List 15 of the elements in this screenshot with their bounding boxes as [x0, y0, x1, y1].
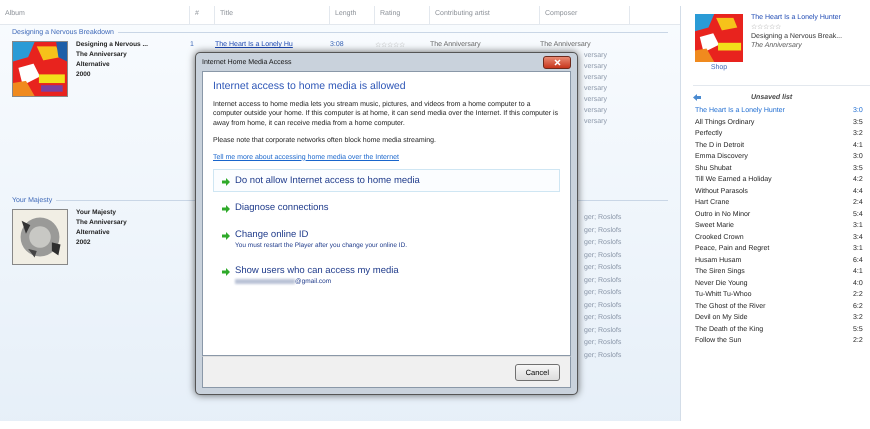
dialog-heading: Internet access to home media is allowed: [213, 80, 407, 92]
command-link-label: Diagnose connections: [235, 202, 328, 213]
close-icon: [554, 58, 560, 66]
back-arrow-icon[interactable]: [693, 94, 701, 101]
command-link[interactable]: Diagnose connections: [213, 196, 560, 219]
command-link[interactable]: Do not allow Internet access to home media: [213, 168, 560, 192]
redaction-blur: [235, 278, 295, 284]
command-link-label: Change online ID: [235, 228, 310, 240]
arrow-icon: [222, 178, 230, 186]
command-link-label: Do not allow Internet access to home media: [235, 174, 420, 186]
arrow-icon: [222, 268, 230, 276]
command-link-label: Show users who can access my media: [235, 264, 399, 276]
arrow-icon: [222, 204, 230, 213]
close-button[interactable]: [543, 56, 571, 68]
arrow-icon: [222, 232, 230, 240]
